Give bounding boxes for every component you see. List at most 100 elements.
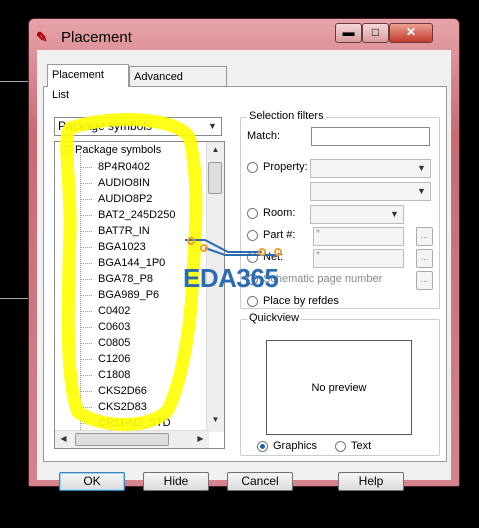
- tree-connector: [80, 183, 92, 184]
- net-label: Net:: [263, 251, 284, 263]
- part-label: Part #:: [263, 229, 296, 241]
- watermark-logo: EDA365: [183, 263, 279, 293]
- chevron-down-icon: ▼: [417, 186, 426, 196]
- quickview-title: Quickview: [247, 312, 302, 324]
- ok-button[interactable]: OK: [59, 472, 125, 491]
- match-input[interactable]: [311, 127, 430, 146]
- tree-item-label: 8P4R0402: [98, 161, 150, 173]
- tree-item[interactable]: CKS2D83: [55, 399, 209, 415]
- tree-item[interactable]: BAT7R_IN: [55, 223, 209, 239]
- schematic-page-browse-button[interactable]: ...: [416, 271, 433, 290]
- tree-item-label: C1808: [98, 369, 131, 381]
- tree-item[interactable]: AUDIO8IN: [55, 175, 209, 191]
- tree-item[interactable]: C0805: [55, 335, 209, 351]
- text-radio[interactable]: [335, 441, 346, 452]
- tab-advanced-settings[interactable]: Advanced Settings: [129, 66, 227, 103]
- tree-connector: [80, 359, 92, 360]
- part-browse-button[interactable]: ...: [416, 227, 433, 246]
- net-browse-button[interactable]: ...: [416, 249, 433, 268]
- graphics-radio[interactable]: [257, 441, 268, 452]
- room-label: Room:: [263, 207, 296, 219]
- tree-item-label: C0603: [98, 321, 131, 333]
- tree-item[interactable]: C1206: [55, 351, 209, 367]
- room-radio[interactable]: [247, 208, 258, 219]
- property-name-select[interactable]: ▼: [310, 159, 431, 178]
- tree-item[interactable]: C0402: [55, 303, 209, 319]
- property-value-select[interactable]: ▼: [310, 182, 431, 201]
- tree-connector: [80, 311, 92, 312]
- tree-item[interactable]: AUDIO8P2: [55, 191, 209, 207]
- desktop-line-bottom: [0, 298, 28, 299]
- schematic-page-label: Schematic page number: [263, 273, 383, 285]
- tree-item[interactable]: CR11IN2_STD: [55, 415, 209, 431]
- property-radio[interactable]: [247, 162, 258, 173]
- quickview-group: Quickview No preview Graphics Text: [240, 312, 440, 456]
- tree-connector: [80, 215, 92, 216]
- hide-button[interactable]: Hide: [143, 472, 209, 491]
- tree-connector: [80, 247, 92, 248]
- net-radio[interactable]: [247, 252, 258, 263]
- title-bar[interactable]: ✎ Placement ▬ □ ✕: [29, 19, 459, 51]
- tree-item-label: CR11IN2_STD: [98, 417, 171, 429]
- tree-connector: [80, 407, 92, 408]
- package-symbol-tree[interactable]: − Package symbols 8P4R0402 AUDIO8IN AUDIO8P…: [54, 141, 225, 449]
- tree-item-label: CKS2D83: [98, 401, 147, 413]
- place-refdes-radio[interactable]: [247, 296, 258, 307]
- maximize-button[interactable]: □: [362, 23, 389, 43]
- tree-connector: [80, 199, 92, 200]
- chevron-down-icon: ▼: [390, 209, 399, 219]
- tree-item[interactable]: CKS2D66: [55, 383, 209, 399]
- part-input[interactable]: *: [313, 227, 404, 246]
- tree-connector: [80, 391, 92, 392]
- window-title: Placement: [61, 29, 132, 46]
- tree-item[interactable]: C1808: [55, 367, 209, 383]
- help-button[interactable]: Help: [338, 472, 404, 491]
- place-refdes-label: Place by refdes: [263, 295, 339, 307]
- tree-connector: [80, 343, 92, 344]
- property-label: Property:: [263, 161, 308, 173]
- room-select[interactable]: ▼: [310, 205, 404, 224]
- chevron-down-icon[interactable]: ▼: [205, 119, 220, 134]
- tree-item-label: BGA989_P6: [98, 289, 160, 301]
- tree-connector: [80, 423, 92, 424]
- part-radio[interactable]: [247, 230, 258, 241]
- chevron-down-icon: ▼: [417, 163, 426, 173]
- tree-item-label: C1206: [98, 353, 131, 365]
- tree-connector: [80, 231, 92, 232]
- collapse-icon[interactable]: −: [61, 146, 71, 156]
- placement-window: ✎ Placement ▬ □ ✕ Placement List Advance…: [28, 18, 460, 491]
- tree-item-label: C0805: [98, 337, 131, 349]
- tree-item-label: BGA144_1P0: [98, 257, 166, 269]
- tree-item-label: CKS2D66: [98, 385, 147, 397]
- tree-item-label: BGA1023: [98, 241, 146, 253]
- tree-connector: [80, 279, 92, 280]
- tree-item[interactable]: BAT2_245D250: [55, 207, 209, 223]
- tree-item-label: AUDIO8P2: [98, 193, 153, 205]
- tree-item[interactable]: C0603: [55, 319, 209, 335]
- scroll-down-icon[interactable]: ▼: [207, 412, 224, 428]
- horizontal-scroll-thumb[interactable]: [75, 433, 169, 446]
- tree-connector: [80, 167, 92, 168]
- horizontal-scrollbar[interactable]: ◀ ▶: [55, 430, 209, 448]
- tab-placement-list[interactable]: Placement List: [47, 64, 129, 101]
- scroll-left-icon[interactable]: ◀: [55, 431, 72, 447]
- tree-root-label: Package symbols: [75, 144, 162, 156]
- net-input[interactable]: *: [313, 249, 404, 268]
- list-type-value: Package symbols: [58, 119, 153, 133]
- tree-item-label: BAT2_245D250: [98, 209, 176, 221]
- tree-root[interactable]: − Package symbols: [61, 144, 161, 156]
- tree-item-label: C0402: [98, 305, 131, 317]
- scroll-right-icon[interactable]: ▶: [192, 431, 209, 447]
- tree-connector: [80, 375, 92, 376]
- scroll-up-icon[interactable]: ▲: [207, 142, 224, 158]
- tree-connector: [80, 327, 92, 328]
- desktop-line-top: [0, 81, 28, 82]
- minimize-button[interactable]: ▬: [335, 23, 362, 43]
- tree-item[interactable]: BGA1023: [55, 239, 209, 255]
- tree-item[interactable]: 8P4R0402: [55, 159, 209, 175]
- vertical-scroll-thumb[interactable]: [208, 162, 222, 194]
- list-type-select[interactable]: Package symbols ▼: [54, 117, 222, 136]
- close-button[interactable]: ✕: [389, 23, 433, 43]
- cancel-button[interactable]: Cancel: [227, 472, 293, 491]
- tree-item-label: BAT7R_IN: [98, 225, 150, 237]
